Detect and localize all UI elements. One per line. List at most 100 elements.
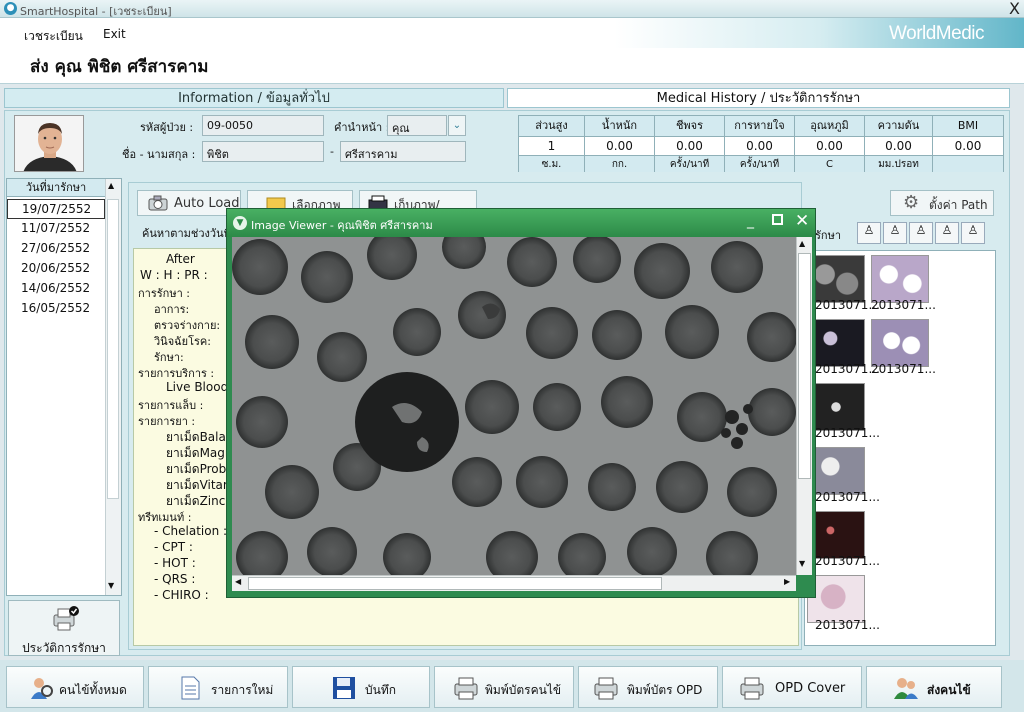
hn-field[interactable]: 09-0050: [202, 115, 324, 136]
print-patient-card-button[interactable]: พิมพ์บัตรคนไข้: [434, 666, 574, 708]
thumbnail-image[interactable]: [871, 255, 929, 303]
vital-unit: C: [795, 155, 865, 172]
scroll-thumb[interactable]: [107, 199, 119, 499]
visit-date-item[interactable]: 16/05/2552: [7, 299, 105, 319]
visit-date-list: วันที่มารักษา 19/07/2552 11/07/2552 27/0…: [6, 178, 122, 596]
person-icon[interactable]: ♙: [857, 222, 881, 244]
vital-header: การหายใจ: [725, 116, 795, 136]
viewer-horizontal-scrollbar[interactable]: ◀ ▶: [232, 575, 796, 591]
menu-bar: เวชระเบียน Exit WorldMedic: [0, 18, 1024, 48]
vital-header: ความดัน: [865, 116, 933, 136]
document-icon: [177, 675, 203, 701]
person-icon[interactable]: ♙: [961, 222, 985, 244]
save-button[interactable]: บันทึก: [292, 666, 430, 708]
printer-icon: [593, 675, 619, 701]
vital-value-temperature[interactable]: 0.00: [795, 136, 865, 155]
set-path-button[interactable]: ⚙ ตั้งค่า Path: [890, 190, 994, 216]
viewer-app-icon: ▼: [233, 216, 247, 230]
all-patients-label: คนไข้ทั้งหมด: [59, 683, 127, 697]
vital-value-bmi[interactable]: 0.00: [933, 136, 1003, 155]
person-icon[interactable]: ♙: [883, 222, 907, 244]
note-line: - CPT :: [154, 540, 193, 554]
thumbnail-caption: 2013071...: [871, 298, 936, 312]
history-button[interactable]: ประวัติการรักษา: [8, 600, 120, 656]
scroll-down-icon[interactable]: ▼: [799, 559, 805, 568]
camera-icon: [148, 195, 168, 211]
scroll-left-icon[interactable]: ◀: [235, 577, 241, 586]
scroll-thumb[interactable]: [798, 253, 811, 479]
visit-date-item[interactable]: 14/06/2552: [7, 279, 105, 299]
menu-item-exit[interactable]: Exit: [103, 27, 126, 41]
minimize-icon[interactable]: _: [747, 213, 754, 229]
gear-icon: ⚙: [903, 192, 920, 213]
note-line: After: [166, 252, 195, 266]
maximize-icon[interactable]: [772, 214, 783, 225]
send-patient-button[interactable]: ส่งคนไข้: [866, 666, 1002, 708]
vital-header: น้ำหนัก: [585, 116, 655, 136]
patient-photo: [14, 115, 84, 172]
blood-smear-image: [232, 237, 796, 575]
vitals-table: ส่วนสูง น้ำหนัก ชีพจร การหายใจ อุณหภูมิ …: [518, 115, 1004, 172]
person-icon-row: ♙ ♙ ♙ ♙ ♙: [857, 222, 987, 244]
opd-cover-button[interactable]: OPD Cover: [722, 666, 862, 708]
new-record-button[interactable]: รายการใหม่: [148, 666, 288, 708]
menu-item-records[interactable]: เวชระเบียน: [24, 27, 83, 46]
viewer-vertical-scrollbar[interactable]: ▲ ▼: [796, 237, 812, 575]
printer-icon: [739, 675, 765, 701]
brand-logo: WorldMedic: [889, 23, 984, 44]
vital-value-weight[interactable]: 0.00: [585, 136, 655, 155]
print-opd-card-label: พิมพ์บัตร OPD: [627, 683, 703, 697]
history-button-label: ประวัติการรักษา: [22, 641, 106, 655]
person-icon[interactable]: ♙: [909, 222, 933, 244]
note-line: Live Blood: [166, 380, 229, 394]
scroll-up-icon[interactable]: ▲: [108, 181, 114, 190]
new-record-label: รายการใหม่: [211, 683, 274, 697]
name-dash: -: [330, 145, 334, 158]
close-icon[interactable]: ✕: [795, 211, 809, 231]
thumbnail-caption: 2013071...: [815, 426, 880, 440]
tab-medical-history[interactable]: Medical History / ประวัติการรักษา: [507, 88, 1010, 108]
floppy-disk-icon: [331, 675, 357, 701]
vital-value-pulse[interactable]: 0.00: [655, 136, 725, 155]
vital-value-height[interactable]: 1: [519, 136, 585, 155]
opd-cover-label: OPD Cover: [775, 681, 846, 696]
date-list-scrollbar[interactable]: ▲ ▼: [105, 179, 121, 595]
tab-strip: Information / ข้อมูลทั่วไป Medical Histo…: [4, 88, 1010, 108]
visit-date-item[interactable]: 11/07/2552: [7, 219, 105, 239]
last-name-field[interactable]: ศรีสารคาม: [340, 141, 466, 162]
note-line: - QRS :: [154, 572, 196, 586]
vital-unit: มม.ปรอท: [865, 155, 933, 172]
prefix-dropdown-icon[interactable]: ⌄: [448, 115, 466, 136]
scroll-thumb[interactable]: [248, 577, 662, 590]
vital-value-pressure[interactable]: 0.00: [865, 136, 933, 155]
thumbnail-panel: 2013071... 2013071... 2013071... 2013071…: [804, 250, 996, 646]
scroll-up-icon[interactable]: ▲: [799, 239, 805, 248]
print-opd-card-button[interactable]: พิมพ์บัตร OPD: [578, 666, 718, 708]
vital-unit: ครั้ง/นาที: [655, 155, 725, 172]
vital-header: ชีพจร: [655, 116, 725, 136]
close-window-button[interactable]: X: [1009, 0, 1020, 18]
image-viewer-window: ▼ Image Viewer - คุณพิชิต ศรีสารคาม _ ✕: [226, 208, 816, 598]
treatment-label: รักษา: [815, 229, 841, 242]
note-line: - CHIRO :: [154, 588, 209, 602]
vital-value-respiration[interactable]: 0.00: [725, 136, 795, 155]
person-icon[interactable]: ♙: [935, 222, 959, 244]
tab-information[interactable]: Information / ข้อมูลทั่วไป: [4, 88, 504, 108]
visit-date-item[interactable]: 27/06/2552: [7, 239, 105, 259]
all-patients-button[interactable]: คนไข้ทั้งหมด: [6, 666, 144, 708]
name-label: ชื่อ - นามสกุล :: [122, 148, 196, 161]
scroll-down-icon[interactable]: ▼: [108, 581, 114, 590]
visit-date-item[interactable]: 20/06/2552: [7, 259, 105, 279]
thumbnail-image[interactable]: [871, 319, 929, 367]
first-name-field[interactable]: พิชิต: [202, 141, 324, 162]
prefix-select[interactable]: คุณ: [387, 115, 447, 136]
scroll-right-icon[interactable]: ▶: [784, 577, 790, 586]
visit-date-item[interactable]: 19/07/2552: [7, 199, 105, 219]
vital-header: อุณหภูมิ: [795, 116, 865, 136]
patient-header: ส่ง คุณ พิชิต ศรีสารคาม: [0, 48, 1024, 84]
people-send-icon: [893, 675, 919, 701]
image-viewer-titlebar[interactable]: ▼ Image Viewer - คุณพิชิต ศรีสารคาม _ ✕: [227, 209, 815, 237]
image-viewer-title: Image Viewer - คุณพิชิต ศรีสารคาม: [251, 219, 433, 232]
vital-header: BMI: [933, 116, 1003, 136]
vital-unit: [933, 155, 1003, 172]
